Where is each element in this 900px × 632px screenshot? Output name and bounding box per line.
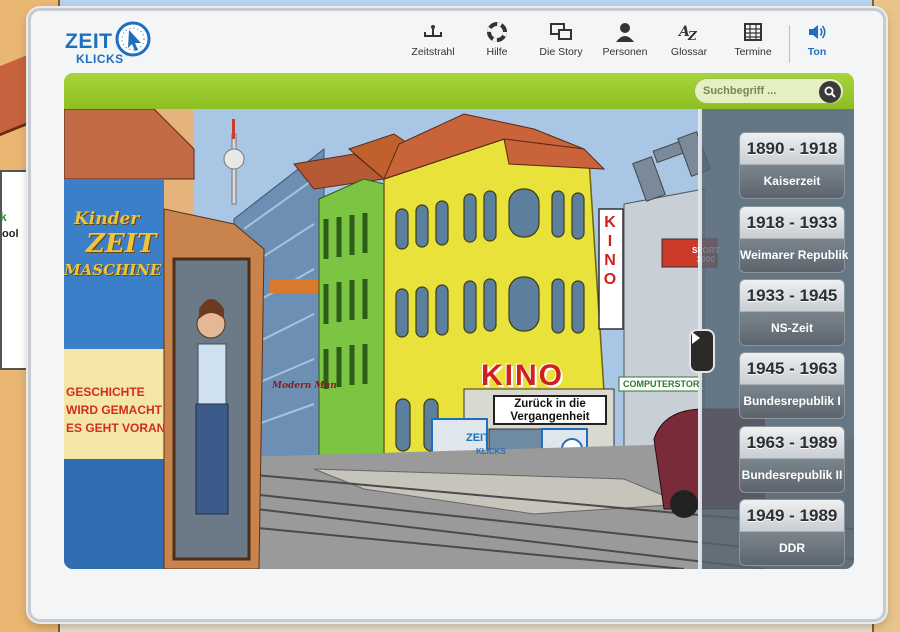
- logo-text-zeit: ZEIT: [65, 30, 113, 53]
- speaker-icon: [806, 21, 828, 43]
- poster-line-2: WIRD GEMACHT: [66, 403, 162, 417]
- era-button-kaiserzeit[interactable]: 1890 - 1918 Kaiserzeit: [739, 132, 845, 199]
- az-icon: AZ: [678, 21, 700, 43]
- era-button-ddr[interactable]: 1949 - 1989 DDR: [739, 499, 845, 566]
- nav-personen-label: Personen: [602, 46, 648, 58]
- era-years: 1933 - 1945: [739, 279, 845, 311]
- era-name: DDR: [739, 531, 845, 566]
- window-zeit-text: ZEIT: [466, 432, 490, 444]
- nav-story-label: Die Story: [539, 46, 583, 58]
- poster-title-zeit: ZEIT: [86, 229, 157, 259]
- story-icon: [550, 21, 572, 43]
- person-icon: [614, 21, 636, 43]
- shop-sign-computerstore: COMPUTERSTORE: [623, 379, 706, 389]
- poster-title-kinder: Kinder: [74, 209, 140, 229]
- kino-subtitle-line2: Vergangenheit: [510, 411, 590, 423]
- search-icon: [824, 86, 836, 98]
- nav-hilfe-label: Hilfe: [486, 46, 508, 58]
- poster-line-3: ES GEHT VORAN: [66, 421, 166, 435]
- nav-hilfe[interactable]: Hilfe: [465, 21, 529, 67]
- search-box: [694, 78, 844, 104]
- era-button-weimarer-republik[interactable]: 1918 - 1933 Weimarer Republik: [739, 206, 848, 273]
- backdrop-sign: [0, 170, 30, 370]
- chevron-right-icon: [692, 332, 700, 344]
- window-klicks-text: KLICKS: [476, 447, 506, 456]
- era-name: Bundesrepublik I: [739, 384, 845, 419]
- kino-subtitle-line1: Zurück in die: [514, 398, 586, 410]
- era-name: Weimarer Republik: [739, 238, 848, 273]
- nav-ton-label: Ton: [807, 46, 827, 58]
- lifebuoy-icon: [486, 21, 508, 43]
- kino-sign: KINO: [481, 359, 564, 392]
- nav-termine[interactable]: Termine: [721, 21, 785, 67]
- nav-glossar-label: Glossar: [670, 46, 708, 58]
- backdrop-sign-text: ool: [2, 228, 19, 240]
- era-button-bundesrepublik-1[interactable]: 1945 - 1963 Bundesrepublik I: [739, 352, 845, 419]
- timeline-icon: [422, 21, 444, 43]
- zeitklicks-logo[interactable]: ZEIT KLICKS: [61, 18, 161, 68]
- era-name: Kaiserzeit: [739, 164, 845, 199]
- app-window: ZEIT KLICKS Zeitstrahl Hilfe Die Story P…: [28, 8, 886, 622]
- nav-glossar[interactable]: AZ Glossar: [657, 21, 721, 67]
- nav-personen[interactable]: Personen: [593, 21, 657, 67]
- era-name: Bundesrepublik II: [739, 458, 845, 493]
- nav-zeitstrahl-label: Zeitstrahl: [411, 46, 455, 58]
- search-bar: [64, 73, 854, 109]
- nav-story[interactable]: Die Story: [529, 21, 593, 67]
- sidebar-toggle-button[interactable]: [689, 329, 715, 373]
- calendar-icon: [742, 21, 764, 43]
- nav-termine-label: Termine: [734, 46, 772, 58]
- era-name: NS-Zeit: [739, 311, 845, 346]
- clock-icon: [115, 21, 151, 57]
- kino-vertical-text: KINO: [603, 214, 617, 288]
- poster-line-1: GESCHICHTE: [66, 385, 145, 399]
- era-sidebar: 1890 - 1918 Kaiserzeit 1918 - 1933 Weima…: [689, 109, 854, 569]
- shop-sign-modern-man: Modern Man: [272, 381, 337, 391]
- nav-ton[interactable]: Ton: [796, 21, 838, 67]
- backdrop-sign-k: k: [0, 210, 7, 224]
- main-nav: Zeitstrahl Hilfe Die Story Personen A Z …: [401, 21, 838, 67]
- era-button-ns-zeit[interactable]: 1933 - 1945 NS-Zeit: [739, 279, 845, 346]
- top-bar: ZEIT KLICKS Zeitstrahl Hilfe Die Story P…: [31, 11, 883, 73]
- search-button[interactable]: [819, 81, 841, 103]
- era-years: 1945 - 1963: [739, 352, 845, 384]
- kino-subtitle-sign: Zurück in die Vergangenheit: [493, 395, 607, 425]
- era-button-bundesrepublik-2[interactable]: 1963 - 1989 Bundesrepublik II: [739, 426, 845, 493]
- street-scene[interactable]: Kinder ZEIT MASCHINE GESCHICHTE WIRD GEM…: [64, 109, 854, 569]
- nav-zeitstrahl[interactable]: Zeitstrahl: [401, 21, 465, 67]
- era-years: 1890 - 1918: [739, 132, 845, 164]
- search-input[interactable]: [703, 82, 815, 100]
- kino-vertical-sign: KINO: [599, 213, 621, 289]
- era-years: 1918 - 1933: [739, 206, 845, 238]
- poster-title-maschine: MASCHINE: [64, 261, 162, 279]
- era-years: 1963 - 1989: [739, 426, 845, 458]
- svg-text:Z: Z: [687, 29, 698, 42]
- era-years: 1949 - 1989: [739, 499, 845, 531]
- nav-divider: [789, 25, 790, 63]
